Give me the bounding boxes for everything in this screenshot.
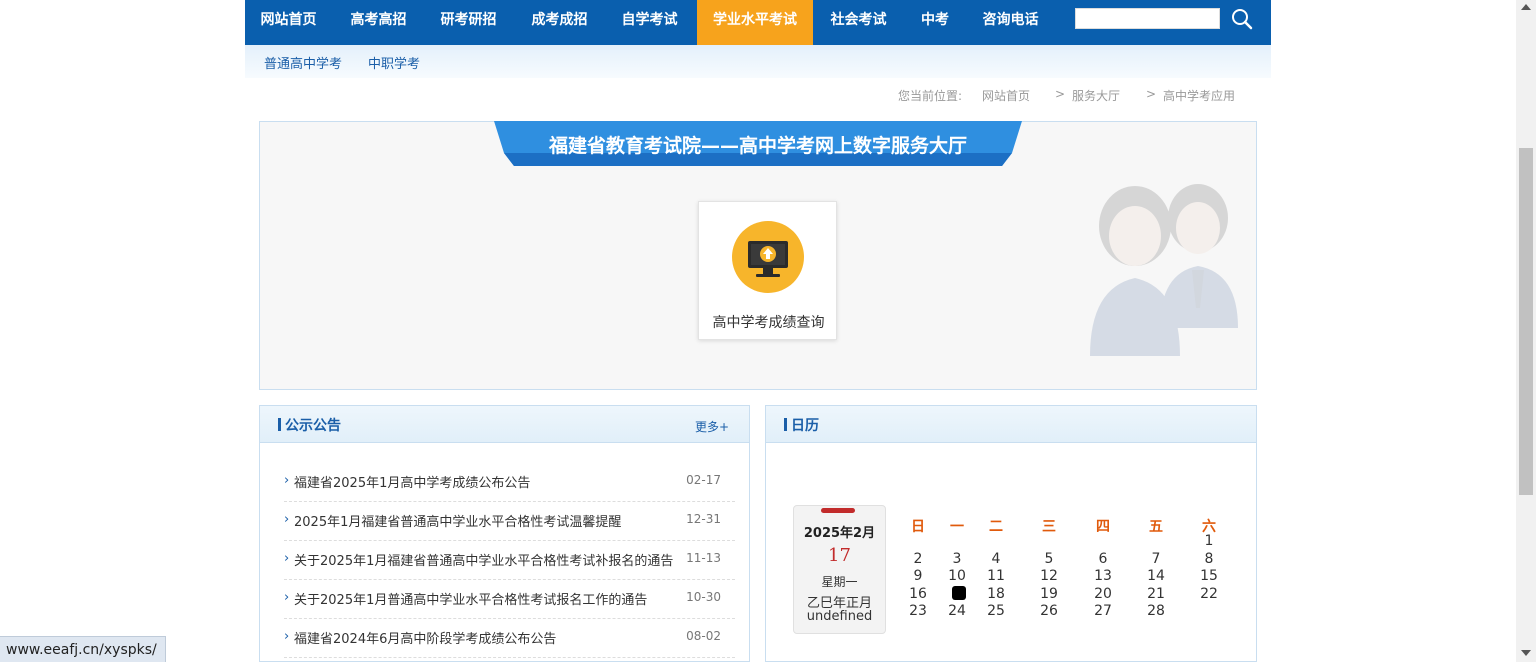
scroll-up-arrow-icon[interactable] bbox=[1519, 2, 1533, 12]
news-title: 福建省2024年6月高中阶段学考成绩公布公告 bbox=[294, 632, 557, 647]
calendar-day-cell[interactable]: 1 bbox=[1194, 533, 1224, 549]
search-icon bbox=[1232, 9, 1253, 30]
calendar-day-cell[interactable]: 18 bbox=[981, 586, 1011, 602]
calendar-weekday-header: 四 bbox=[1096, 519, 1110, 535]
chevron-right-icon: › bbox=[284, 551, 290, 566]
nav-item-yankao[interactable]: 研考研招 bbox=[425, 0, 512, 45]
search-input[interactable] bbox=[1075, 8, 1220, 29]
calendar-extra-text: undefined bbox=[806, 609, 873, 624]
news-title: 关于2025年1月普通高中学业水平合格性考试报名工作的通告 bbox=[294, 593, 648, 608]
breadcrumb-prefix: 您当前位置: bbox=[898, 89, 963, 103]
calendar-day-cell[interactable]: 26 bbox=[1034, 603, 1064, 619]
calendar-day-cell[interactable]: 13 bbox=[1088, 568, 1118, 584]
nav-item-hotline[interactable]: 咨询电话 bbox=[967, 0, 1054, 45]
calendar-day-cell[interactable]: 16 bbox=[903, 586, 933, 602]
calendar-weekday-header: 一 bbox=[950, 519, 964, 535]
calendar-day-cell[interactable]: 20 bbox=[1088, 586, 1118, 602]
calendar-weekday-header: 三 bbox=[1042, 519, 1056, 535]
news-title: 关于2025年1月福建省普通高中学业水平合格性考试补报名的通告 bbox=[294, 554, 674, 569]
news-date: 10-30 bbox=[686, 590, 721, 604]
nav-item-zikao[interactable]: 自学考试 bbox=[606, 0, 693, 45]
calendar-day-cell[interactable]: 28 bbox=[1141, 603, 1171, 619]
sub-navigation: 普通高中学考 中职学考 bbox=[245, 45, 1271, 78]
calendar-day: 17 bbox=[828, 545, 851, 566]
calendar-day-cell[interactable]: 10 bbox=[942, 568, 972, 584]
breadcrumb-separator: > bbox=[1146, 87, 1157, 101]
today-marker bbox=[952, 586, 966, 600]
list-item[interactable]: › 2025年1月福建省普通高中学业水平合格性考试温馨提醒 12-31 bbox=[284, 502, 735, 541]
score-query-label: 高中学考成绩查询 bbox=[712, 315, 825, 331]
nav-item-chengkao[interactable]: 成考成招 bbox=[516, 0, 603, 45]
list-item[interactable]: › 关于2025年1月福建省普通高中学业水平合格性考试补报名的通告 11-13 bbox=[284, 541, 735, 580]
calendar-month: 2025年2月 bbox=[803, 526, 876, 541]
calendar-day-cell[interactable]: 3 bbox=[942, 551, 972, 567]
calendar-ring-icon bbox=[821, 508, 855, 513]
calendar-day-cell[interactable]: 11 bbox=[981, 568, 1011, 584]
title-accent-bar bbox=[784, 418, 787, 431]
list-item[interactable]: › 关于2025年1月普通高中学业水平合格性考试报名工作的通告 10-30 bbox=[284, 580, 735, 619]
calendar-day-cell[interactable]: 21 bbox=[1141, 586, 1171, 602]
announcement-panel-header: 公示公告 更多+ bbox=[260, 406, 749, 443]
breadcrumb-service-hall[interactable]: 服务大厅 bbox=[1072, 87, 1120, 104]
breadcrumb-current: 高中学考应用 bbox=[1163, 89, 1236, 103]
calendar-day-cell[interactable]: 2 bbox=[903, 551, 933, 567]
announcement-more-link[interactable]: 更多+ bbox=[695, 418, 729, 435]
news-date: 11-13 bbox=[686, 551, 721, 565]
breadcrumb-home[interactable]: 网站首页 bbox=[982, 87, 1030, 104]
score-query-service-card[interactable]: 高中学考成绩查询 bbox=[698, 201, 837, 340]
news-date: 12-31 bbox=[686, 512, 721, 526]
breadcrumb-separator: > bbox=[1055, 87, 1066, 101]
status-bar-url: www.eeafj.cn/xyspks/ bbox=[0, 636, 166, 662]
calendar-day-cell[interactable]: 4 bbox=[981, 551, 1011, 567]
scrollbar-thumb[interactable] bbox=[1519, 148, 1533, 495]
sub-nav-vocational[interactable]: 中职学考 bbox=[368, 53, 420, 72]
list-item[interactable]: › 福建省2025年1月高中学考成绩公布公告 02-17 bbox=[284, 463, 735, 502]
calendar-day-cell[interactable]: 5 bbox=[1034, 551, 1064, 567]
sub-nav-general-high-school[interactable]: 普通高中学考 bbox=[264, 53, 342, 72]
news-title: 福建省2025年1月高中学考成绩公布公告 bbox=[294, 476, 531, 491]
calendar-day-cell[interactable]: 25 bbox=[981, 603, 1011, 619]
list-item[interactable]: › 福建省2024年6月高中阶段学考成绩公布公告 08-02 bbox=[284, 619, 735, 658]
calendar-day-cell[interactable]: 23 bbox=[903, 603, 933, 619]
search-button[interactable] bbox=[1229, 6, 1255, 32]
calendar-day-cell[interactable]: 8 bbox=[1194, 551, 1224, 567]
nav-item-home[interactable]: 网站首页 bbox=[245, 0, 332, 45]
calendar-panel-title: 日历 bbox=[791, 418, 819, 434]
nav-item-xueye[interactable]: 学业水平考试 bbox=[697, 0, 813, 45]
calendar-day-cell[interactable]: 9 bbox=[903, 568, 933, 584]
title-accent-bar bbox=[278, 418, 281, 431]
hall-title: 福建省教育考试院——高中学考网上数字服务大厅 bbox=[548, 135, 967, 157]
announcement-panel-title: 公示公告 bbox=[285, 418, 341, 434]
calendar-day-cell[interactable]: 19 bbox=[1034, 586, 1064, 602]
chevron-right-icon: › bbox=[284, 473, 290, 488]
calendar-weekday-header: 日 bbox=[911, 519, 925, 535]
calendar-day-cell[interactable]: 22 bbox=[1194, 586, 1224, 602]
nav-item-zhongkao[interactable]: 中考 bbox=[905, 0, 965, 45]
calendar-weekday: 星期一 bbox=[821, 575, 858, 589]
calendar-panel-header: 日历 bbox=[766, 406, 1256, 443]
calendar-day-cell[interactable]: 7 bbox=[1141, 551, 1171, 567]
calendar-day-cell[interactable]: 14 bbox=[1141, 568, 1171, 584]
calendar-day-cell[interactable]: 27 bbox=[1088, 603, 1118, 619]
calendar-day-cell[interactable]: 24 bbox=[942, 603, 972, 619]
chevron-right-icon: › bbox=[284, 512, 290, 527]
nav-item-shehui[interactable]: 社会考试 bbox=[815, 0, 902, 45]
nav-item-gaokao[interactable]: 高考高招 bbox=[335, 0, 422, 45]
chevron-right-icon: › bbox=[284, 590, 290, 605]
customer-service-mascots-icon bbox=[1090, 184, 1238, 356]
calendar-day-cell[interactable]: 12 bbox=[1034, 568, 1064, 584]
calendar-weekday-header: 五 bbox=[1149, 519, 1163, 535]
news-date: 08-02 bbox=[686, 629, 721, 643]
news-date: 02-17 bbox=[686, 473, 721, 487]
news-title: 2025年1月福建省普通高中学业水平合格性考试温馨提醒 bbox=[294, 515, 622, 530]
calendar-weekday-header: 二 bbox=[989, 519, 1003, 535]
calendar-day-cell[interactable]: 6 bbox=[1088, 551, 1118, 567]
chevron-right-icon: › bbox=[284, 629, 290, 644]
monitor-upload-icon bbox=[732, 221, 804, 293]
scroll-down-arrow-icon[interactable] bbox=[1519, 648, 1533, 658]
calendar-day-cell[interactable]: 15 bbox=[1194, 568, 1224, 584]
